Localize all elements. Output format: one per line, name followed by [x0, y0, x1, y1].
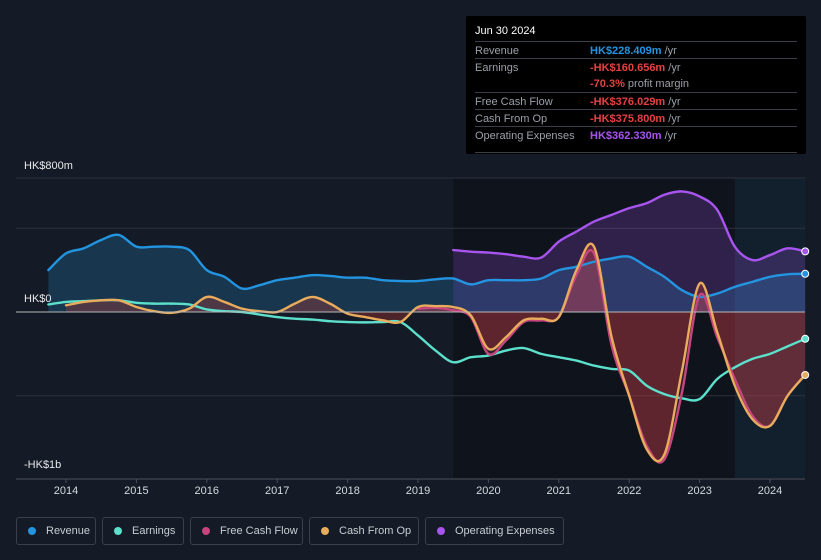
tooltip-date: Jun 30 2024: [475, 25, 536, 37]
legend-label: Free Cash Flow: [220, 525, 298, 537]
tooltip-row-cash-from-op: Cash From Op -HK$375.800m /yr: [475, 109, 797, 127]
legend-item-free-cash-flow[interactable]: Free Cash Flow: [190, 517, 303, 545]
tooltip-row-operating-expenses: Operating Expenses HK$362.330m /yr: [475, 126, 797, 144]
legend-item-cash-from-op[interactable]: Cash From Op: [309, 517, 419, 545]
legend-label: Revenue: [46, 525, 91, 537]
x-axis: [16, 478, 805, 483]
x-tick-label: 2022: [616, 485, 642, 497]
tooltip-label: Earnings: [475, 62, 519, 74]
x-tick-label: 2015: [124, 485, 149, 497]
tooltip-value: -HK$160.656m /yr: [590, 62, 681, 74]
y-tick-label-zero: HK$0: [24, 293, 52, 305]
x-tick-label: 2016: [194, 485, 220, 497]
tooltip-row-revenue: Revenue HK$228.409m /yr: [475, 41, 797, 59]
x-tick-label: 2024: [757, 485, 783, 497]
tooltip-value: -HK$376.029m /yr: [590, 96, 681, 108]
legend-item-revenue[interactable]: Revenue: [16, 517, 96, 545]
x-tick-label: 2020: [476, 485, 501, 497]
y-tick-label-bottom: -HK$1b: [24, 459, 62, 471]
tooltip-row-profit-margin: -70.3% profit margin: [475, 75, 797, 92]
tooltip-divider: [475, 152, 797, 153]
tooltip-value: HK$228.409m /yr: [590, 45, 677, 57]
legend-label: Earnings: [132, 525, 176, 537]
legend-dot-icon: [114, 527, 122, 535]
legend-label: Cash From Op: [339, 525, 412, 537]
legend-label: Operating Expenses: [455, 525, 555, 537]
legend-dot-icon: [28, 527, 36, 535]
tooltip-value: -HK$375.800m /yr: [590, 113, 681, 125]
tooltip-label: Cash From Op: [475, 113, 548, 125]
tooltip-row-free-cash-flow: Free Cash Flow -HK$376.029m /yr: [475, 92, 797, 110]
cash-from-op-end-marker: [801, 370, 810, 379]
tooltip-panel: Jun 30 2024 Revenue HK$228.409m /yr Earn…: [466, 16, 806, 154]
legend-dot-icon: [202, 527, 210, 535]
legend-item-earnings[interactable]: Earnings: [102, 517, 184, 545]
tooltip-label: Free Cash Flow: [475, 96, 553, 108]
operating-expenses-end-marker: [801, 247, 810, 256]
legend-item-operating-expenses[interactable]: Operating Expenses: [425, 517, 564, 545]
x-tick-label: 2014: [53, 485, 79, 497]
x-tick-label: 2019: [405, 485, 431, 497]
y-tick-label-top: HK$800m: [24, 160, 73, 172]
x-tick-label: 2017: [264, 485, 290, 497]
x-tick-label: 2021: [546, 485, 572, 497]
tooltip-value: HK$362.330m /yr: [590, 130, 677, 142]
tooltip-row-earnings: Earnings -HK$160.656m /yr: [475, 58, 797, 76]
tooltip-label: Revenue: [475, 45, 520, 57]
tooltip-label: Operating Expenses: [475, 130, 575, 142]
x-tick-label: 2023: [687, 485, 712, 497]
x-tick-label: 2018: [335, 485, 360, 497]
legend-dot-icon: [437, 527, 445, 535]
tooltip-value: -70.3% profit margin: [590, 78, 690, 90]
legend-dot-icon: [321, 527, 329, 535]
earnings-end-marker: [801, 334, 810, 343]
revenue-end-marker: [801, 269, 810, 278]
